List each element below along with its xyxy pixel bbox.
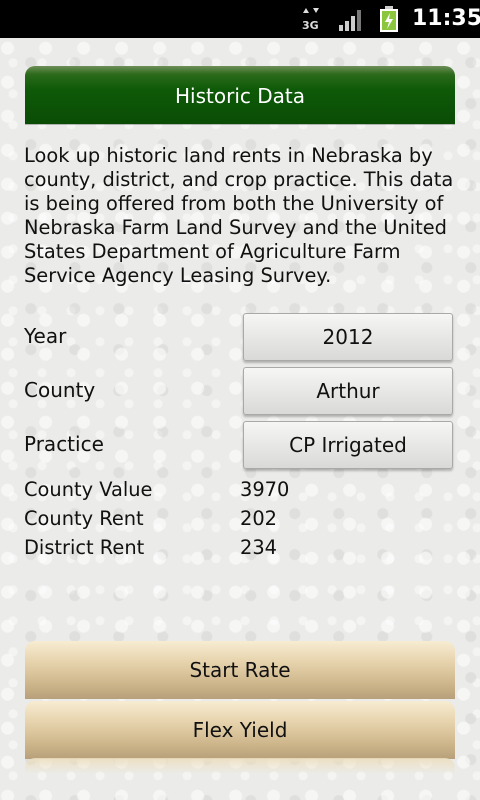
3g-data-icon: 3G [302, 8, 319, 31]
battery-charging-icon [380, 6, 398, 32]
year-select-button[interactable]: 2012 [243, 313, 453, 361]
page-title-bar: Historic Data [25, 66, 455, 124]
status-clock: 11:35 [412, 6, 480, 31]
district-rent-label: District Rent [24, 536, 145, 559]
county-value-amount: 3970 [240, 478, 290, 501]
next-button-peek [25, 758, 455, 774]
flex-yield-button[interactable]: Flex Yield [25, 701, 455, 759]
practice-select-button[interactable]: CP Irrigated [243, 421, 453, 469]
year-label: Year [24, 324, 67, 348]
start-rate-button[interactable]: Start Rate [25, 641, 455, 699]
signal-icon [339, 10, 361, 31]
county-rent-amount: 202 [240, 507, 278, 530]
county-select-button[interactable]: Arthur [243, 367, 453, 415]
page-title: Historic Data [175, 84, 305, 108]
district-rent-amount: 234 [240, 536, 278, 559]
practice-label: Practice [24, 432, 104, 456]
status-bar: 3G 11:35 [0, 0, 480, 38]
description-text: Look up historic land rents in Nebraska … [24, 144, 454, 287]
svg-text:3G: 3G [302, 19, 319, 31]
county-label: County [24, 378, 96, 402]
county-value-label: County Value [24, 478, 153, 501]
county-rent-label: County Rent [24, 507, 144, 530]
